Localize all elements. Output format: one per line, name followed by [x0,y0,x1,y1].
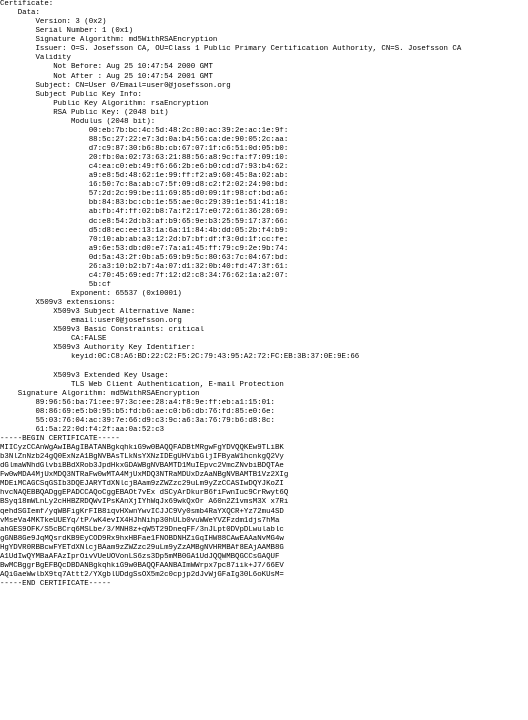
text-line: X509v3 Subject Alternative Name: [0,308,196,317]
text-line: keyid:0C:C8:A6:BD:22:C2:F5:2C:79:43:95:A… [0,353,360,362]
text-line: 26:a3:10:b2:b7:4a:07:d1:32:0b:40:fd:47:3… [0,262,289,271]
text-line: Signature Algorithm: md5WithRSAEncryptio… [0,36,218,45]
text-line: Signature Algorithm: md5WithRSAEncryptio… [0,389,200,398]
text-line: AQiGaeWwlbX9tq7Attt2/YXgblUDdgSsOX5m2c0c… [0,570,284,579]
text-line: X509v3 Extended Key Usage: [0,371,169,380]
text-line: CA:FALSE [0,335,107,344]
text-line: a9:e8:5d:48:62:1e:99:ff:f2:a9:60:45:8a:0… [0,172,289,181]
text-line: bb:84:83:bc:cb:1e:55:ae:0c:29:39:1e:51:4… [0,199,289,208]
text-line: A1UdIwQYMBaAFAzIprOivVUeUOVonLS6zs3Dp5mM… [0,552,280,561]
text-line: dc:e8:54:2d:b3:af:b9:65:9e:b3:25:59:17:3… [0,217,289,226]
text-line: MIICyzCCAnWgAwIBAgIBATANBgkqhkiG9w0BAQQF… [0,444,284,453]
text-line: HgYDVR0RBBcwFYETdXNlcjBAam9zZWZzc29uLm9y… [0,543,284,552]
text-line: 89:96:56:ba:71:ee:97:3c:ee:28:a4:f8:9e:f… [0,398,275,407]
text-line: a9:6e:53:db:d0:e7:7a:a1:45:ff:79:c9:2e:9… [0,244,289,253]
text-line: 5b:cf [0,280,111,289]
text-line: c4:70:45:69:ed:7f:12:d2:c8:34:76:62:1a:a… [0,271,289,280]
text-line: Subject: CN=User 0/Email=user0@josefsson… [0,81,231,90]
text-line: Validity [0,54,71,63]
text-line: Not After : Aug 25 10:47:54 2001 GMT [0,72,213,81]
text-line: b3NlZnNzb24gQ0ExNzA1BgNVBAsTLkNsYXNzIDEg… [0,453,284,462]
text-line: Fw0wMDA4MjUxMDQ3NTRaFw0wMTA4MjUxMDQ3NTRa… [0,471,289,480]
text-line: Modulus (2048 bit): [0,117,156,126]
text-line: qehdSGIemf/yqWBFigKrFIB8iqvHXwnYwvICJJC9… [0,507,284,516]
text-line: MDEiMCAGCSqGSIb3DQEJARYTdXNlcjBAam9zZWZz… [0,480,284,489]
text-line: Not Before: Aug 25 10:47:54 2000 GMT [0,63,213,72]
text-line: d5:d8:ec:ee:13:1a:6a:11:84:4b:dd:05:2b:f… [0,226,289,235]
text-line: -----BEGIN CERTIFICATE----- [0,435,120,443]
text-line: ab:fb:4f:ff:02:b8:7a:f2:17:e0:72:61:36:2… [0,208,289,217]
text-line: c4:ea:c0:eb:49:f6:66:2b:e6:b0:cd:d7:93:b… [0,163,289,172]
certificate-document: Certificate: Data: Version: 3 (0x2) Seri… [0,0,528,720]
text-line: gGNB8Ge9JqMQsrdKB9EyCOD9Rx9hxHBFae1FNOBD… [0,534,284,543]
text-line: 88:5c:27:22:e7:3d:0a:b4:56:ca:de:90:05:2… [0,135,289,144]
text-line: 61:5a:22:0d:f4:2f:aa:0a:52:c3 [0,425,165,434]
text-line: BwMCBggrBgEFBQcDBDANBgkqhkiG9w0BAQQFAANB… [0,561,284,570]
text-line: 08:86:69:e5:b0:95:b5:fd:b6:ae:c0:b6:db:7… [0,407,275,416]
text-line: vMseVa4MKTkeUUEYq/tP/wK4evIX4HJhNihp30hU… [0,516,280,525]
text-line [0,363,528,372]
text-line: TLS Web Client Authentication, E-mail Pr… [0,380,284,389]
text-line: X509v3 Authority Key Identifier: [0,344,196,353]
text-line: 16:50:7c:8a:ab:c7:5f:09:d8:c2:f2:02:24:9… [0,181,289,190]
text-line: 57:2d:2c:99:be:11:69:85:d0:09:1f:98:cf:b… [0,190,289,199]
text-line: RSA Public Key: (2048 bit) [0,108,169,117]
text-line: BSyq18mWLnLy2cHHBZRDQWvIPsKAnXjIYhWqJx69… [0,498,289,507]
text-line: ahGES9OFK/S5cBCrq6MSLbe/3/MNH8z+qW5T29Dn… [0,525,284,534]
text-line: 00:eb:7b:bc:4c:5d:48:2c:80:ac:39:2e:ac:1… [0,126,289,135]
text-line: Serial Number: 1 (0x1) [0,27,134,36]
text-line: Certificate: [0,0,54,8]
text-line: Data: [0,9,40,18]
text-line: Public Key Algorithm: rsaEncryption [0,99,209,108]
text-line: X509v3 extensions: [0,299,116,308]
text-line: dGlmaWNhdGlvbiBBdXRob3JpdHkxGDAWBgNVBAMT… [0,462,284,471]
text-line: 55:03:76:04:ac:39:7e:66:d9:c3:9c:a6:3a:7… [0,416,275,425]
text-line: email:user0@josefsson.org [0,317,182,326]
text-line: Subject Public Key Info: [0,90,142,99]
text-line: d7:c9:87:30:b6:8b:cb:67:07:1f:c6:51:0d:0… [0,145,289,153]
text-line: Exponent: 65537 (0x10001) [0,290,182,298]
text-line: 20:fb:0a:02:73:63:21:88:56:a8:9c:fa:f7:0… [0,154,289,163]
text-line: X509v3 Basic Constraints: critical [0,326,205,335]
text-line: hvcNAQEBBQADggEPADCCAQoCggEBAOt7vEx dSCy… [0,489,289,498]
text-line: 70:10:ab:ab:a3:12:2d:b7:bf:df:f3:0d:1f:c… [0,235,289,244]
text-line: Version: 3 (0x2) [0,18,107,27]
text-line: -----END CERTIFICATE----- [0,580,111,588]
text-line: 0d:5a:43:2f:0b:a5:69:b9:5c:80:63:7c:04:6… [0,253,289,262]
text-line: Issuer: O=S. Josefsson CA, OU=Class 1 Pu… [0,45,462,54]
